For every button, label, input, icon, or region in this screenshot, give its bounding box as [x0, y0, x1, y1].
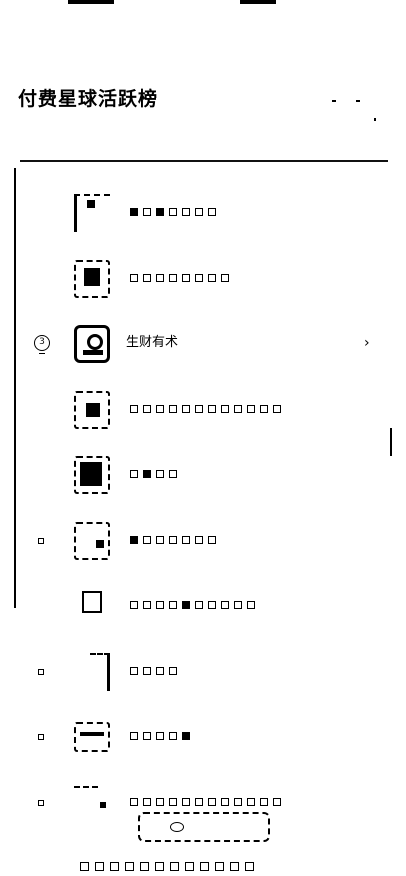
ranking-list: 3 生财有术 › — [0, 180, 406, 835]
planet-avatar — [74, 456, 110, 494]
list-item[interactable]: 3 生财有术 › — [0, 311, 406, 377]
planet-avatar — [90, 652, 110, 691]
list-item[interactable] — [0, 180, 406, 246]
section-title: 付费星球活跃榜 — [18, 88, 159, 110]
list-item[interactable] — [0, 377, 406, 443]
medal-icon: 3 — [34, 335, 50, 354]
chevron-right-icon[interactable]: › — [364, 335, 370, 351]
planet-avatar — [74, 325, 110, 363]
list-item[interactable] — [0, 442, 406, 508]
header-fragment-right — [240, 0, 276, 4]
planet-name-placeholder — [130, 534, 216, 546]
expand-box[interactable] — [138, 812, 270, 842]
planet-name: 生财有术 — [126, 335, 179, 350]
rank-number — [34, 401, 50, 417]
planet-avatar — [74, 785, 106, 812]
planet-name-placeholder — [130, 272, 229, 284]
rank-number — [34, 270, 50, 286]
planet-avatar — [82, 591, 102, 613]
planet-avatar — [74, 390, 110, 429]
header-fragment-left — [68, 0, 114, 4]
rank-number — [34, 204, 50, 220]
planet-name-placeholder — [130, 403, 281, 415]
rank-number — [38, 668, 44, 675]
list-item[interactable] — [0, 639, 406, 705]
list-item[interactable] — [0, 246, 406, 312]
rank-number — [34, 466, 50, 482]
list-item[interactable] — [0, 704, 406, 770]
rank-number — [38, 734, 44, 740]
planet-avatar — [74, 194, 110, 232]
footer-placeholder — [80, 862, 254, 871]
planet-avatar — [74, 259, 110, 298]
rank-number — [34, 597, 50, 613]
planet-name-placeholder — [130, 468, 177, 480]
list-item[interactable] — [0, 508, 406, 574]
planet-name-placeholder — [130, 599, 255, 611]
planet-name-placeholder — [130, 206, 216, 218]
planet-name-placeholder — [130, 665, 177, 677]
list-item[interactable] — [0, 573, 406, 639]
planet-avatar — [74, 722, 110, 752]
planet-avatar — [74, 521, 110, 560]
planet-name-placeholder — [130, 796, 281, 808]
planet-name-placeholder — [130, 730, 190, 742]
rank-number — [38, 537, 44, 544]
more-icon[interactable] — [330, 94, 380, 124]
section-divider — [20, 160, 388, 162]
rank-number — [38, 799, 44, 806]
